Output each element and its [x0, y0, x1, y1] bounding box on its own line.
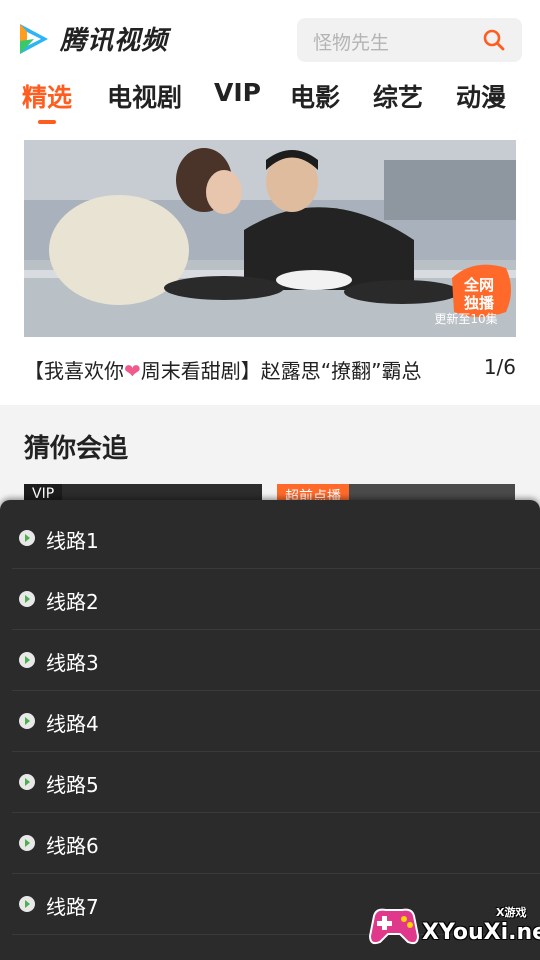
route-item-5[interactable]: 线路5 — [12, 752, 540, 813]
search-placeholder[interactable]: 怪物先生 — [313, 28, 389, 55]
watermark-subtext: X游戏 — [496, 906, 527, 919]
play-circle-icon — [19, 774, 35, 790]
home-top-area: 腾讯视频 怪物先生 精选 电视剧 VIP 电影 综艺 动漫 全网 独播 更新至1… — [0, 0, 540, 405]
gamepad-icon — [368, 908, 420, 945]
active-tab-indicator — [38, 120, 56, 124]
route-item-3[interactable]: 线路3 — [12, 630, 540, 691]
route-item-4[interactable]: 线路4 — [12, 691, 540, 752]
badge-line1: 全网 — [463, 276, 494, 294]
route-item-1[interactable]: 线路1 — [12, 508, 540, 569]
route-item-6[interactable]: 线路6 — [12, 813, 540, 874]
tab-movies[interactable]: 电影 — [290, 78, 340, 114]
route-item-2[interactable]: 线路2 — [12, 569, 540, 630]
route-label: 线路7 — [46, 895, 99, 919]
caption-part-2: 周末看甜剧】赵露思“撩翻”霸总 — [140, 359, 422, 383]
tab-featured[interactable]: 精选 — [22, 78, 72, 114]
tab-vip[interactable]: VIP — [214, 78, 261, 107]
route-label: 线路3 — [46, 651, 99, 675]
search-icon[interactable] — [482, 28, 506, 52]
tab-anime[interactable]: 动漫 — [456, 78, 506, 114]
badge-line2: 独播 — [464, 294, 495, 312]
route-label: 线路1 — [46, 529, 99, 553]
site-watermark: X游戏 XYouXi.net — [366, 900, 540, 952]
route-label: 线路5 — [46, 773, 99, 797]
play-circle-icon — [19, 896, 35, 912]
heart-icon: ❤ — [124, 359, 141, 383]
route-label: 线路2 — [46, 590, 99, 614]
play-circle-icon — [19, 835, 35, 851]
route-selection-sheet: 线路1 线路2 线路3 线路4 线路5 线路6 线路7 — [0, 500, 540, 960]
route-label: 线路6 — [46, 834, 99, 858]
banner-image[interactable]: 全网 独播 更新至10集 — [24, 140, 516, 337]
route-label: 线路4 — [46, 712, 99, 736]
banner-caption[interactable]: 【我喜欢你❤周末看甜剧】赵露思“撩翻”霸总 — [24, 355, 422, 384]
play-circle-icon — [19, 530, 35, 546]
update-status: 更新至10集 — [434, 311, 497, 326]
tab-variety[interactable]: 综艺 — [373, 78, 423, 114]
play-circle-icon — [19, 713, 35, 729]
play-circle-icon — [19, 591, 35, 607]
banner-scene: 全网 独播 更新至10集 — [24, 140, 516, 337]
watermark-text: XYouXi.net — [422, 920, 540, 945]
category-tabs: 精选 电视剧 VIP 电影 综艺 动漫 — [0, 78, 540, 120]
tencent-video-logo-icon — [20, 23, 48, 54]
app-logo: 腾讯视频 — [16, 20, 168, 57]
caption-part-1: 【我喜欢你 — [24, 359, 124, 383]
search-bar[interactable]: 怪物先生 — [297, 18, 522, 62]
banner-page-counter: 1/6 — [483, 355, 516, 379]
tab-tv-series[interactable]: 电视剧 — [107, 78, 182, 114]
play-circle-icon — [19, 652, 35, 668]
app-name: 腾讯视频 — [60, 26, 169, 56]
section-title: 猜你会追 — [24, 434, 129, 464]
